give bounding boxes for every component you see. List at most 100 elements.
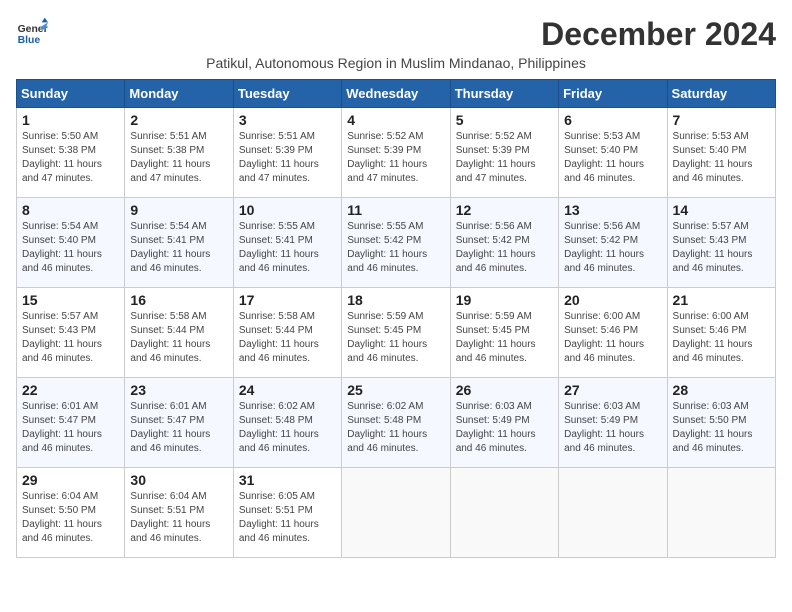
day-info: Sunrise: 5:53 AMSunset: 5:40 PMDaylight:…	[564, 131, 644, 184]
table-row: 27 Sunrise: 6:03 AMSunset: 5:49 PMDaylig…	[559, 378, 667, 468]
table-row: 20 Sunrise: 6:00 AMSunset: 5:46 PMDaylig…	[559, 288, 667, 378]
day-info: Sunrise: 5:57 AMSunset: 5:43 PMDaylight:…	[22, 311, 102, 364]
day-number: 19	[456, 292, 553, 308]
table-row	[559, 468, 667, 558]
day-info: Sunrise: 5:52 AMSunset: 5:39 PMDaylight:…	[347, 131, 427, 184]
day-number: 12	[456, 202, 553, 218]
logo-icon: General Blue	[16, 16, 48, 48]
calendar-week-row: 15 Sunrise: 5:57 AMSunset: 5:43 PMDaylig…	[17, 288, 776, 378]
day-info: Sunrise: 5:55 AMSunset: 5:41 PMDaylight:…	[239, 221, 319, 274]
day-info: Sunrise: 5:54 AMSunset: 5:40 PMDaylight:…	[22, 221, 102, 274]
calendar-week-row: 1 Sunrise: 5:50 AMSunset: 5:38 PMDayligh…	[17, 108, 776, 198]
table-row: 21 Sunrise: 6:00 AMSunset: 5:46 PMDaylig…	[667, 288, 775, 378]
table-row: 19 Sunrise: 5:59 AMSunset: 5:45 PMDaylig…	[450, 288, 558, 378]
table-row: 9 Sunrise: 5:54 AMSunset: 5:41 PMDayligh…	[125, 198, 233, 288]
day-info: Sunrise: 6:01 AMSunset: 5:47 PMDaylight:…	[130, 401, 210, 454]
day-info: Sunrise: 6:05 AMSunset: 5:51 PMDaylight:…	[239, 491, 319, 544]
day-number: 18	[347, 292, 444, 308]
day-info: Sunrise: 5:56 AMSunset: 5:42 PMDaylight:…	[456, 221, 536, 274]
day-info: Sunrise: 6:03 AMSunset: 5:50 PMDaylight:…	[673, 401, 753, 454]
col-saturday: Saturday	[667, 80, 775, 108]
calendar-table: Sunday Monday Tuesday Wednesday Thursday…	[16, 79, 776, 558]
day-info: Sunrise: 6:02 AMSunset: 5:48 PMDaylight:…	[239, 401, 319, 454]
table-row: 6 Sunrise: 5:53 AMSunset: 5:40 PMDayligh…	[559, 108, 667, 198]
table-row: 12 Sunrise: 5:56 AMSunset: 5:42 PMDaylig…	[450, 198, 558, 288]
day-number: 2	[130, 112, 227, 128]
table-row: 18 Sunrise: 5:59 AMSunset: 5:45 PMDaylig…	[342, 288, 450, 378]
day-number: 10	[239, 202, 336, 218]
day-info: Sunrise: 5:57 AMSunset: 5:43 PMDaylight:…	[673, 221, 753, 274]
col-sunday: Sunday	[17, 80, 125, 108]
day-info: Sunrise: 6:04 AMSunset: 5:51 PMDaylight:…	[130, 491, 210, 544]
col-monday: Monday	[125, 80, 233, 108]
table-row	[450, 468, 558, 558]
col-wednesday: Wednesday	[342, 80, 450, 108]
table-row: 31 Sunrise: 6:05 AMSunset: 5:51 PMDaylig…	[233, 468, 341, 558]
table-row: 24 Sunrise: 6:02 AMSunset: 5:48 PMDaylig…	[233, 378, 341, 468]
table-row: 17 Sunrise: 5:58 AMSunset: 5:44 PMDaylig…	[233, 288, 341, 378]
day-info: Sunrise: 5:58 AMSunset: 5:44 PMDaylight:…	[239, 311, 319, 364]
day-info: Sunrise: 6:02 AMSunset: 5:48 PMDaylight:…	[347, 401, 427, 454]
day-number: 27	[564, 382, 661, 398]
table-row	[342, 468, 450, 558]
day-number: 29	[22, 472, 119, 488]
day-number: 6	[564, 112, 661, 128]
day-info: Sunrise: 6:00 AMSunset: 5:46 PMDaylight:…	[673, 311, 753, 364]
calendar-week-row: 22 Sunrise: 6:01 AMSunset: 5:47 PMDaylig…	[17, 378, 776, 468]
day-number: 14	[673, 202, 770, 218]
table-row: 26 Sunrise: 6:03 AMSunset: 5:49 PMDaylig…	[450, 378, 558, 468]
day-number: 23	[130, 382, 227, 398]
day-number: 3	[239, 112, 336, 128]
col-friday: Friday	[559, 80, 667, 108]
day-number: 4	[347, 112, 444, 128]
day-number: 30	[130, 472, 227, 488]
calendar-week-row: 8 Sunrise: 5:54 AMSunset: 5:40 PMDayligh…	[17, 198, 776, 288]
table-row: 1 Sunrise: 5:50 AMSunset: 5:38 PMDayligh…	[17, 108, 125, 198]
day-number: 26	[456, 382, 553, 398]
table-row: 5 Sunrise: 5:52 AMSunset: 5:39 PMDayligh…	[450, 108, 558, 198]
calendar-subtitle: Patikul, Autonomous Region in Muslim Min…	[16, 55, 776, 71]
day-number: 17	[239, 292, 336, 308]
table-row: 25 Sunrise: 6:02 AMSunset: 5:48 PMDaylig…	[342, 378, 450, 468]
day-info: Sunrise: 6:01 AMSunset: 5:47 PMDaylight:…	[22, 401, 102, 454]
table-row: 23 Sunrise: 6:01 AMSunset: 5:47 PMDaylig…	[125, 378, 233, 468]
day-info: Sunrise: 5:59 AMSunset: 5:45 PMDaylight:…	[456, 311, 536, 364]
day-number: 16	[130, 292, 227, 308]
calendar-week-row: 29 Sunrise: 6:04 AMSunset: 5:50 PMDaylig…	[17, 468, 776, 558]
table-row: 4 Sunrise: 5:52 AMSunset: 5:39 PMDayligh…	[342, 108, 450, 198]
col-tuesday: Tuesday	[233, 80, 341, 108]
table-row: 8 Sunrise: 5:54 AMSunset: 5:40 PMDayligh…	[17, 198, 125, 288]
day-number: 1	[22, 112, 119, 128]
calendar-header-row: Sunday Monday Tuesday Wednesday Thursday…	[17, 80, 776, 108]
table-row: 3 Sunrise: 5:51 AMSunset: 5:39 PMDayligh…	[233, 108, 341, 198]
day-info: Sunrise: 6:04 AMSunset: 5:50 PMDaylight:…	[22, 491, 102, 544]
day-number: 24	[239, 382, 336, 398]
table-row: 30 Sunrise: 6:04 AMSunset: 5:51 PMDaylig…	[125, 468, 233, 558]
day-number: 13	[564, 202, 661, 218]
day-info: Sunrise: 5:55 AMSunset: 5:42 PMDaylight:…	[347, 221, 427, 274]
day-info: Sunrise: 6:03 AMSunset: 5:49 PMDaylight:…	[564, 401, 644, 454]
day-number: 5	[456, 112, 553, 128]
day-number: 20	[564, 292, 661, 308]
day-number: 21	[673, 292, 770, 308]
day-info: Sunrise: 6:00 AMSunset: 5:46 PMDaylight:…	[564, 311, 644, 364]
table-row: 13 Sunrise: 5:56 AMSunset: 5:42 PMDaylig…	[559, 198, 667, 288]
table-row: 11 Sunrise: 5:55 AMSunset: 5:42 PMDaylig…	[342, 198, 450, 288]
table-row: 14 Sunrise: 5:57 AMSunset: 5:43 PMDaylig…	[667, 198, 775, 288]
day-info: Sunrise: 5:54 AMSunset: 5:41 PMDaylight:…	[130, 221, 210, 274]
day-info: Sunrise: 5:50 AMSunset: 5:38 PMDaylight:…	[22, 131, 102, 184]
day-number: 9	[130, 202, 227, 218]
logo: General Blue	[16, 16, 52, 48]
table-row: 29 Sunrise: 6:04 AMSunset: 5:50 PMDaylig…	[17, 468, 125, 558]
day-info: Sunrise: 5:52 AMSunset: 5:39 PMDaylight:…	[456, 131, 536, 184]
table-row: 22 Sunrise: 6:01 AMSunset: 5:47 PMDaylig…	[17, 378, 125, 468]
day-number: 11	[347, 202, 444, 218]
day-number: 15	[22, 292, 119, 308]
day-info: Sunrise: 5:53 AMSunset: 5:40 PMDaylight:…	[673, 131, 753, 184]
day-info: Sunrise: 5:51 AMSunset: 5:39 PMDaylight:…	[239, 131, 319, 184]
col-thursday: Thursday	[450, 80, 558, 108]
day-number: 8	[22, 202, 119, 218]
table-row	[667, 468, 775, 558]
day-number: 7	[673, 112, 770, 128]
day-number: 31	[239, 472, 336, 488]
